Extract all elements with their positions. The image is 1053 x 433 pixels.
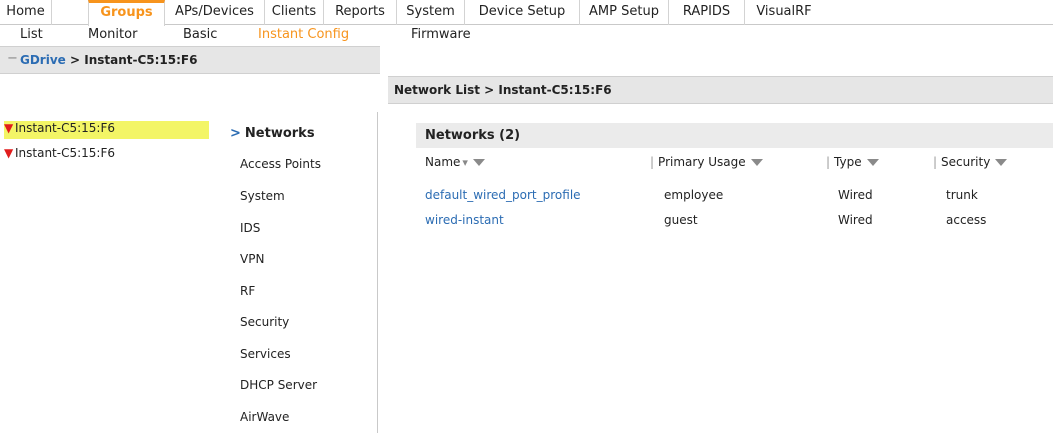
down-arrow-icon: ▼	[4, 146, 14, 160]
networks-section-title: Networks (2)	[425, 128, 521, 143]
down-arrow-icon: ▼	[4, 121, 14, 135]
network-type: Wired	[838, 188, 873, 202]
breadcrumb-root-link[interactable]: GDrive	[20, 53, 66, 67]
tree-item-label: Instant-C5:15:F6	[15, 121, 116, 135]
subnav-monitor[interactable]: Monitor	[88, 27, 137, 42]
network-name-link[interactable]: default_wired_port_profile	[425, 188, 581, 202]
filter-icon[interactable]	[995, 159, 1008, 166]
column-header-label: Type	[834, 155, 862, 169]
subnav-basic[interactable]: Basic	[183, 27, 217, 42]
menu-item-networks[interactable]: > Networks	[230, 126, 315, 141]
tree-item-label: Instant-C5:15:F6	[15, 146, 116, 160]
network-security: trunk	[946, 188, 978, 202]
filter-icon[interactable]	[472, 159, 485, 166]
left-panel-header: − GDrive > Instant-C5:15:F6	[0, 46, 380, 74]
sort-icon[interactable]: ▾	[462, 156, 468, 169]
subnav-instant-config[interactable]: Instant Config	[258, 27, 349, 42]
column-header-primary-usage[interactable]: | Primary Usage	[650, 155, 763, 169]
menu-item-dhcp-server[interactable]: DHCP Server	[240, 378, 317, 392]
menu-item-system[interactable]: System	[240, 189, 285, 203]
chevron-right-icon: >	[230, 126, 241, 141]
menu-item-rf[interactable]: RF	[240, 284, 255, 298]
network-primary-usage: employee	[664, 188, 724, 202]
tab-reports[interactable]: Reports	[324, 0, 397, 25]
main-panel-header: Network List > Instant-C5:15:F6	[388, 76, 1053, 104]
collapse-icon[interactable]: −	[7, 51, 18, 66]
menu-item-ids[interactable]: IDS	[240, 221, 260, 235]
config-menu: > Networks Access Points System IDS VPN R…	[230, 112, 378, 433]
menu-item-label: Networks	[244, 126, 315, 141]
menu-item-vpn[interactable]: VPN	[240, 252, 264, 266]
column-header-name[interactable]: Name ▾	[425, 155, 485, 169]
tab-groups[interactable]: Groups	[88, 0, 165, 26]
column-header-label: Security	[941, 155, 991, 169]
networks-section-header: Networks (2)	[416, 123, 1053, 148]
network-security: access	[946, 213, 987, 227]
menu-item-access-points[interactable]: Access Points	[240, 157, 321, 171]
column-divider: |	[933, 155, 938, 169]
tab-clients[interactable]: Clients	[265, 0, 324, 25]
menu-item-services[interactable]: Services	[240, 347, 291, 361]
tab-aps-devices[interactable]: APs/Devices	[165, 0, 265, 25]
tab-home[interactable]: Home	[0, 0, 52, 25]
column-header-label: Name	[425, 155, 461, 169]
group-breadcrumb: GDrive > Instant-C5:15:F6	[20, 53, 197, 67]
filter-icon[interactable]	[750, 159, 763, 166]
sub-nav: List Monitor Basic Instant Config Firmwa…	[0, 25, 1053, 46]
tab-system[interactable]: System	[397, 0, 465, 25]
column-header-label: Primary Usage	[658, 155, 746, 169]
tree-item-device[interactable]: ▼ Instant-C5:15:F6	[4, 146, 115, 164]
tab-amp-setup[interactable]: AMP Setup	[580, 0, 669, 25]
network-list-breadcrumb: Network List > Instant-C5:15:F6	[394, 83, 612, 97]
tab-rapids[interactable]: RAPIDS	[669, 0, 745, 25]
tab-device-setup[interactable]: Device Setup	[465, 0, 580, 25]
network-type: Wired	[838, 213, 873, 227]
column-header-security[interactable]: | Security	[933, 155, 1008, 169]
menu-item-airwave[interactable]: AirWave	[240, 410, 289, 424]
column-divider: |	[650, 155, 655, 169]
subnav-list[interactable]: List	[20, 27, 43, 42]
filter-icon[interactable]	[866, 159, 879, 166]
tab-visualrf[interactable]: VisualRF	[745, 0, 823, 25]
column-header-type[interactable]: | Type	[826, 155, 879, 169]
network-primary-usage: guest	[664, 213, 698, 227]
subnav-firmware[interactable]: Firmware	[411, 27, 471, 42]
top-nav: Home Groups APs/Devices Clients Reports …	[0, 0, 1053, 26]
breadcrumb-current: Instant-C5:15:F6	[84, 53, 198, 67]
column-divider: |	[826, 155, 831, 169]
tree-item-device[interactable]: ▼ Instant-C5:15:F6	[4, 121, 209, 139]
network-name-link[interactable]: wired-instant	[425, 213, 504, 227]
breadcrumb-separator: >	[65, 53, 85, 67]
menu-item-security[interactable]: Security	[240, 315, 289, 329]
